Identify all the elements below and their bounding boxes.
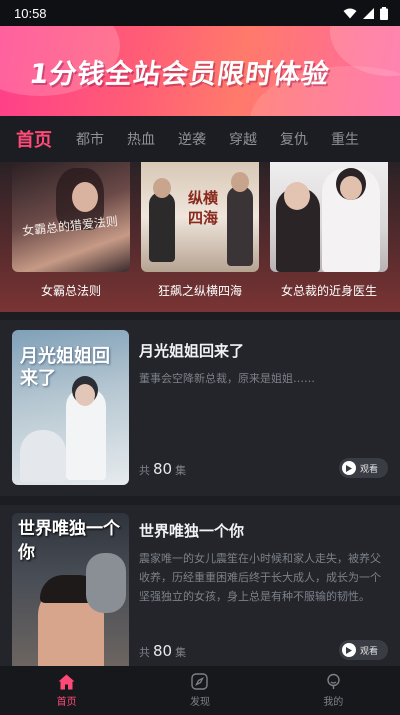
- battery-icon: [380, 6, 388, 20]
- episodes-suffix: 集: [175, 646, 187, 659]
- drama-episode-count: 共 80 集: [139, 460, 186, 478]
- status-time: 10:58: [14, 5, 47, 21]
- featured-poster[interactable]: [270, 162, 388, 272]
- nav-discover[interactable]: 发现: [133, 666, 266, 715]
- drama-description: 震家唯一的女儿震笙在小时候和家人走失，被养父收养，历经重重困难后终于长大成人，成…: [139, 552, 381, 603]
- nav-home[interactable]: 首页: [0, 666, 133, 715]
- tab-comeback[interactable]: 逆袭: [178, 129, 206, 149]
- drama-poster-text: 世界唯独一个你: [18, 519, 120, 563]
- nav-home-label: 首页: [56, 696, 77, 708]
- featured-poster[interactable]: 纵横四海: [141, 162, 259, 272]
- episodes-number: 80: [153, 642, 173, 660]
- home-icon: [58, 674, 75, 689]
- tab-action[interactable]: 热血: [127, 129, 155, 149]
- featured-section: 女霸总的猎爱法则 女霸总法则 纵横四海 狂飙之纵横四海 女总裁的近身医生: [0, 162, 400, 312]
- drama-title: 世界唯独一个你: [139, 522, 245, 540]
- drama-list-item[interactable]: 月光姐姐回来了 月光姐姐回来了 董事会空降新总裁，原来是姐姐…… 共 80 集 观看: [0, 320, 400, 496]
- status-icons: [343, 6, 388, 20]
- tab-revenge[interactable]: 复仇: [280, 129, 308, 149]
- watch-button-label: 观看: [360, 646, 379, 657]
- drama-list-item[interactable]: 世界唯独一个你 世界唯独一个你 震家唯一的女儿震笙在小时候和家人走失，被养父收养…: [0, 505, 400, 666]
- tab-home[interactable]: 首页: [16, 126, 52, 152]
- watch-button-label: 观看: [360, 464, 379, 475]
- drama-poster[interactable]: 月光姐姐回来了: [12, 330, 129, 485]
- tab-time-travel[interactable]: 穿越: [229, 129, 257, 149]
- nav-discover-label: 发现: [189, 697, 210, 708]
- play-icon: [342, 461, 356, 475]
- nav-profile[interactable]: 我的: [267, 666, 400, 715]
- watch-button[interactable]: 观看: [339, 640, 388, 660]
- episodes-prefix: 共: [139, 646, 150, 659]
- featured-title: 女霸总法则: [40, 284, 101, 298]
- category-tabs: 首页 都市 热血 逆袭 穿越 复仇 重生: [0, 116, 400, 162]
- featured-poster[interactable]: 女霸总的猎爱法则: [12, 162, 130, 272]
- featured-card[interactable]: 女总裁的近身医生: [270, 162, 388, 299]
- wifi-icon: [343, 8, 357, 18]
- featured-title: 女总裁的近身医生: [280, 284, 377, 298]
- featured-card[interactable]: 女霸总的猎爱法则 女霸总法则: [12, 162, 130, 299]
- profile-icon: [327, 673, 340, 689]
- nav-profile-label: 我的: [323, 697, 344, 708]
- play-icon: [342, 643, 356, 657]
- tab-urban[interactable]: 都市: [76, 129, 104, 149]
- episodes-suffix: 集: [175, 464, 187, 477]
- featured-card[interactable]: 纵横四海 狂飙之纵横四海: [141, 162, 259, 299]
- status-bar: 10:58: [0, 0, 400, 26]
- drama-description: 董事会空降新总裁，原来是姐姐……: [139, 372, 315, 385]
- promo-banner[interactable]: 1分钱全站会员限时体验: [0, 26, 400, 116]
- bottom-nav: 首页 发现 我的: [0, 666, 400, 715]
- featured-title: 狂飙之纵横四海: [157, 284, 242, 298]
- featured-poster-text: 纵横四海: [187, 189, 218, 227]
- compass-icon: [191, 673, 209, 690]
- drama-poster-text: 月光姐姐回来了: [20, 346, 110, 389]
- signal-icon: [363, 7, 374, 19]
- episodes-number: 80: [153, 460, 173, 478]
- drama-title: 月光姐姐回来了: [139, 342, 245, 360]
- drama-poster[interactable]: 世界唯独一个你: [12, 513, 129, 666]
- drama-episode-count: 共 80 集: [139, 642, 186, 660]
- episodes-prefix: 共: [139, 464, 150, 477]
- watch-button[interactable]: 观看: [339, 458, 388, 478]
- tab-rebirth[interactable]: 重生: [331, 129, 359, 149]
- banner-text: 1分钱全站会员限时体验: [27, 59, 332, 90]
